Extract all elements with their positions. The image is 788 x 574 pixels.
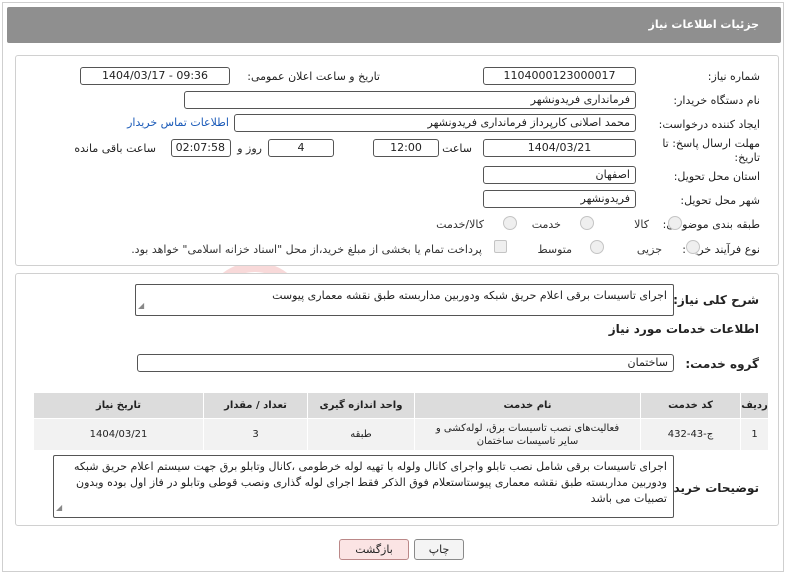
table-header-row: ردیف کد خدمت نام خدمت واحد اندازه گیری ت… [33,392,769,419]
resize-handle-icon[interactable]: ◢ [56,500,62,516]
category-label-goods: کالا [634,218,649,231]
need-summary-box: اجرای تاسیسات برقی اعلام حریق شبکه ودورب… [135,284,674,316]
buyer-org-label: نام دستگاه خریدار: [673,94,760,107]
treasury-payment-checkbox[interactable] [494,240,507,253]
col-header-need-date: تاریخ نیاز [33,392,204,419]
province-field: اصفهان [483,166,636,184]
cell-quantity: 3 [203,418,308,451]
days-remaining-field: 4 [268,139,334,157]
col-header-quantity: تعداد / مقدار [203,392,308,419]
need-summary-text: اجرای تاسیسات برقی اعلام حریق شبکه ودورب… [272,289,667,302]
col-header-service-name: نام خدمت [414,392,641,419]
category-radio-service[interactable] [580,216,594,230]
announce-date-field: 1404/03/17 - 09:36 [80,67,230,85]
city-label: شهر محل تحویل: [680,194,760,207]
remaining-time-label: ساعت باقی مانده [74,142,156,155]
page-title: جزئیات اطلاعات نیاز [648,18,760,31]
service-group-field: ساختمان [137,354,674,372]
requester-label: ایجاد کننده درخواست: [658,118,760,131]
cell-service-name: فعالیت‌های نصب تاسیسات برق، لوله‌کشی و س… [414,418,641,451]
col-header-unit: واحد اندازه گیری [307,392,415,419]
need-summary-label: شرح کلی نیاز: [673,293,759,307]
purchase-label-minor: جزیی [636,243,662,256]
resize-handle-icon[interactable]: ◢ [138,298,144,314]
services-table: ردیف کد خدمت نام خدمت واحد اندازه گیری ت… [33,392,769,451]
purchase-label-medium: متوسط [537,243,572,256]
back-button[interactable]: بازگشت [339,539,409,560]
city-field: فریدونشهر [483,190,636,208]
category-radio-goods-service[interactable] [503,216,517,230]
category-radio-goods[interactable] [668,216,682,230]
cell-row-number: 1 [740,418,769,451]
buyer-contact-link[interactable]: اطلاعات تماس خریدار [127,116,229,129]
buyer-notes-box: اجرای تاسیسات برقی شامل نصب تابلو واجرای… [53,455,674,518]
remaining-time-field: 02:07:58 [171,139,231,157]
cell-service-code: ج-43-432 [640,418,741,451]
col-header-service-code: کد خدمت [640,392,741,419]
category-label-goods-service: کالا/خدمت [436,218,484,231]
need-number-field: 1104000123000017 [483,67,636,85]
need-number-label: شماره نیاز: [707,70,760,83]
deadline-date-field: 1404/03/21 [483,139,636,157]
time-label: ساعت [442,142,472,155]
announce-date-label: تاریخ و ساعت اعلان عمومی: [247,70,380,83]
deadline-time-field: 12:00 [373,139,439,157]
buyer-notes-text: اجرای تاسیسات برقی شامل نصب تابلو واجرای… [73,460,667,505]
print-button[interactable]: چاپ [414,539,464,560]
province-label: استان محل تحویل: [673,170,760,183]
deadline-label: مهلت ارسال پاسخ: تا تاریخ: [662,137,760,164]
table-row: 1 ج-43-432 فعالیت‌های نصب تاسیسات برق، ل… [33,418,769,451]
days-label: روز و [237,142,262,155]
treasury-payment-note: پرداخت تمام یا بخشی از مبلغ خرید،از محل … [131,243,482,256]
category-label-service: خدمت [531,218,561,231]
cell-need-date: 1404/03/21 [33,418,204,451]
purchase-radio-medium[interactable] [590,240,604,254]
services-section-title: اطلاعات خدمات مورد نیاز [608,322,759,336]
col-header-row-number: ردیف [740,392,769,419]
cell-unit: طبقه [307,418,415,451]
header-bar: جزئیات اطلاعات نیاز [7,7,781,43]
buyer-org-field: فرمانداری فریدونشهر [184,91,636,109]
service-group-label: گروه خدمت: [685,357,759,371]
purchase-radio-minor[interactable] [686,240,700,254]
requester-field: محمد اصلانی کارپرداز فرمانداری فریدونشهر [234,114,636,132]
